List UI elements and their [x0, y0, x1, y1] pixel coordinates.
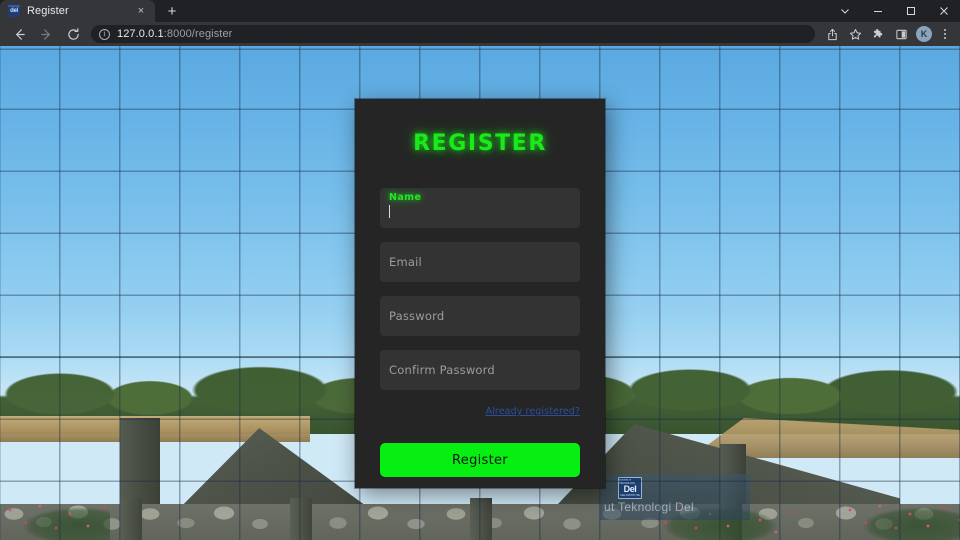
wall-pillar [470, 498, 492, 540]
window-controls [828, 0, 960, 22]
url-host: 127.0.0.1 [117, 28, 164, 40]
password-field-placeholder: Password [389, 309, 445, 323]
url-path: :8000/register [163, 28, 233, 40]
email-field-placeholder: Email [389, 255, 422, 269]
puzzle-icon[interactable] [867, 23, 889, 45]
address-bar[interactable]: i 127.0.0.1:8000/register [91, 25, 815, 43]
url-text: 127.0.0.1:8000/register [117, 28, 232, 40]
star-icon[interactable] [844, 23, 866, 45]
profile-avatar[interactable]: K [916, 26, 932, 42]
del-logo-bottom: DEL INSTITUTE [620, 493, 640, 498]
close-icon[interactable]: × [134, 4, 148, 18]
wall-pillar [120, 498, 142, 540]
register-button[interactable]: Register [380, 443, 580, 477]
name-field-label: Name [389, 192, 422, 203]
page-viewport: INSTITUT TEKNOLOGI Del DEL INSTITUTE ut … [0, 46, 960, 540]
chevron-down-icon[interactable] [828, 0, 861, 22]
minimize-icon[interactable] [861, 0, 894, 22]
already-registered-container: Already registered? [380, 401, 580, 419]
flower-bush [0, 498, 110, 540]
split-screen-icon[interactable] [890, 23, 912, 45]
confirm-password-field[interactable]: Confirm Password [380, 350, 580, 390]
password-field[interactable]: Password [380, 296, 580, 336]
already-registered-link[interactable]: Already registered? [486, 406, 580, 417]
site-info-icon[interactable]: i [99, 28, 110, 40]
back-arrow-icon[interactable] [6, 23, 32, 45]
maximize-icon[interactable] [894, 0, 927, 22]
forward-arrow-icon[interactable] [33, 23, 59, 45]
share-icon[interactable] [821, 23, 843, 45]
del-logo: INSTITUT TEKNOLOGI Del DEL INSTITUTE [618, 477, 642, 499]
wall-pillar [290, 498, 312, 540]
close-window-icon[interactable] [927, 0, 960, 22]
text-caret [389, 205, 391, 219]
confirm-password-field-placeholder: Confirm Password [389, 363, 495, 377]
page-title: REGISTER [413, 131, 547, 156]
del-favicon: del [8, 5, 20, 17]
name-field[interactable]: Name [380, 188, 580, 228]
favicon-label: del [10, 8, 18, 14]
browser-tab-register[interactable]: del Register × [0, 0, 155, 22]
reload-icon[interactable] [60, 23, 86, 45]
tab-title: Register [27, 5, 69, 17]
kebab-menu-icon[interactable] [936, 23, 954, 45]
register-card: REGISTER Name Email Password Confirm Pas… [355, 99, 605, 488]
browser-window: del Register × + i 127.0.0.1:8000/regist… [0, 0, 960, 540]
tab-strip: del Register × + [0, 0, 960, 22]
campus-sign-text: ut Teknologi Del [604, 500, 694, 514]
browser-toolbar: i 127.0.0.1:8000/register K [0, 22, 960, 46]
flower-bush [840, 498, 960, 540]
email-field[interactable]: Email [380, 242, 580, 282]
new-tab-button[interactable]: + [159, 0, 185, 22]
